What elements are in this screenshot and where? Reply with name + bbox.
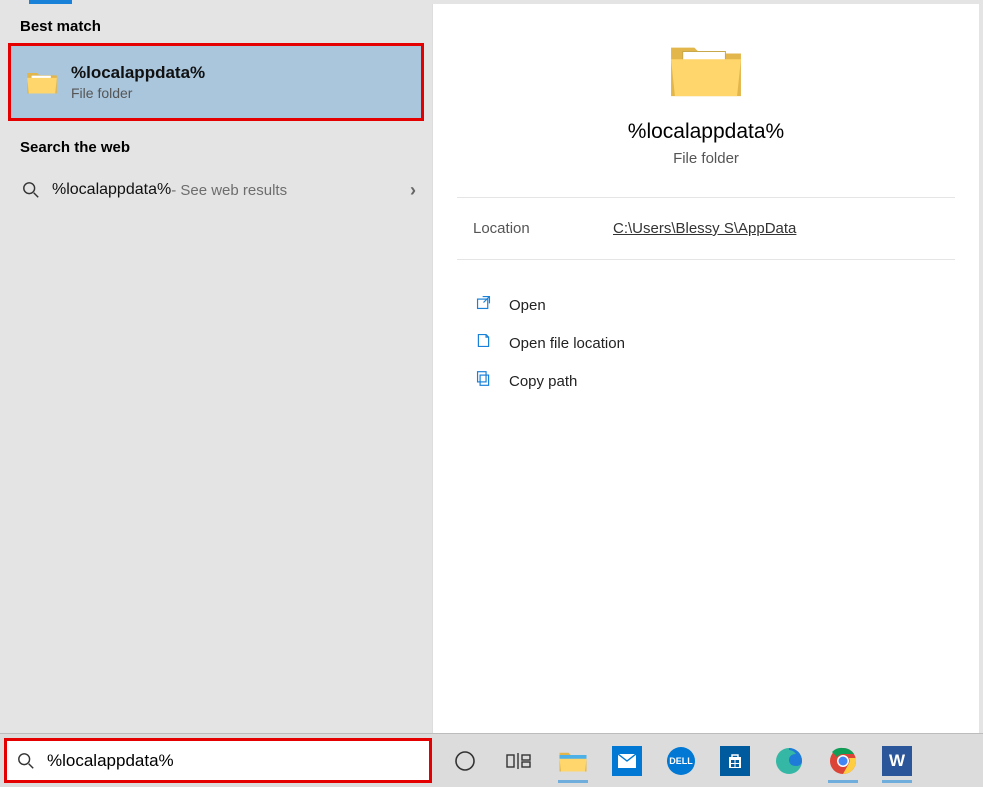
taskbar: DELL — [432, 734, 983, 787]
best-match-title: %localappdata% — [71, 63, 205, 83]
chevron-right-icon: › — [410, 180, 416, 201]
copy-path-action[interactable]: Copy path — [433, 362, 979, 400]
folder-icon — [25, 68, 59, 96]
taskbar-store[interactable] — [710, 737, 760, 785]
search-icon — [22, 181, 40, 199]
taskbar-task-view[interactable] — [494, 737, 544, 785]
search-icon — [17, 752, 35, 770]
divider — [457, 197, 955, 198]
taskbar-edge[interactable] — [764, 737, 814, 785]
divider — [457, 259, 955, 260]
copy-path-label: Copy path — [509, 373, 577, 390]
location-link[interactable]: C:\Users\Blessy S\AppData — [613, 220, 796, 237]
best-match-header: Best match — [0, 4, 432, 43]
taskbar-mail[interactable] — [602, 737, 652, 785]
web-result-suffix: - See web results — [171, 182, 287, 199]
open-location-icon — [473, 332, 493, 354]
open-file-location-action[interactable]: Open file location — [433, 324, 979, 362]
taskbar-file-explorer[interactable] — [548, 737, 598, 785]
folder-icon — [667, 36, 745, 102]
search-results-pane: Best match %localappdata% File folder Se… — [0, 4, 432, 734]
best-match-result[interactable]: %localappdata% File folder — [8, 43, 424, 121]
copy-icon — [473, 370, 493, 392]
taskbar-cortana[interactable] — [440, 737, 490, 785]
preview-subtitle: File folder — [433, 150, 979, 167]
preview-pane: %localappdata% File folder Location C:\U… — [432, 4, 979, 734]
taskbar-word[interactable]: W — [872, 737, 922, 785]
web-search-result[interactable]: %localappdata% - See web results › — [0, 168, 432, 212]
search-input[interactable] — [45, 750, 429, 772]
open-icon — [473, 294, 493, 316]
best-match-subtitle: File folder — [71, 85, 205, 101]
best-match-text: %localappdata% File folder — [71, 63, 205, 101]
open-label: Open — [509, 297, 546, 314]
start-search-box[interactable] — [4, 738, 432, 783]
location-label: Location — [473, 220, 613, 237]
web-result-text: %localappdata% — [52, 181, 171, 199]
taskbar-dell[interactable]: DELL — [656, 737, 706, 785]
open-location-label: Open file location — [509, 335, 625, 352]
search-web-header: Search the web — [0, 121, 432, 164]
taskbar-chrome[interactable] — [818, 737, 868, 785]
open-action[interactable]: Open — [433, 286, 979, 324]
preview-title: %localappdata% — [433, 120, 979, 144]
